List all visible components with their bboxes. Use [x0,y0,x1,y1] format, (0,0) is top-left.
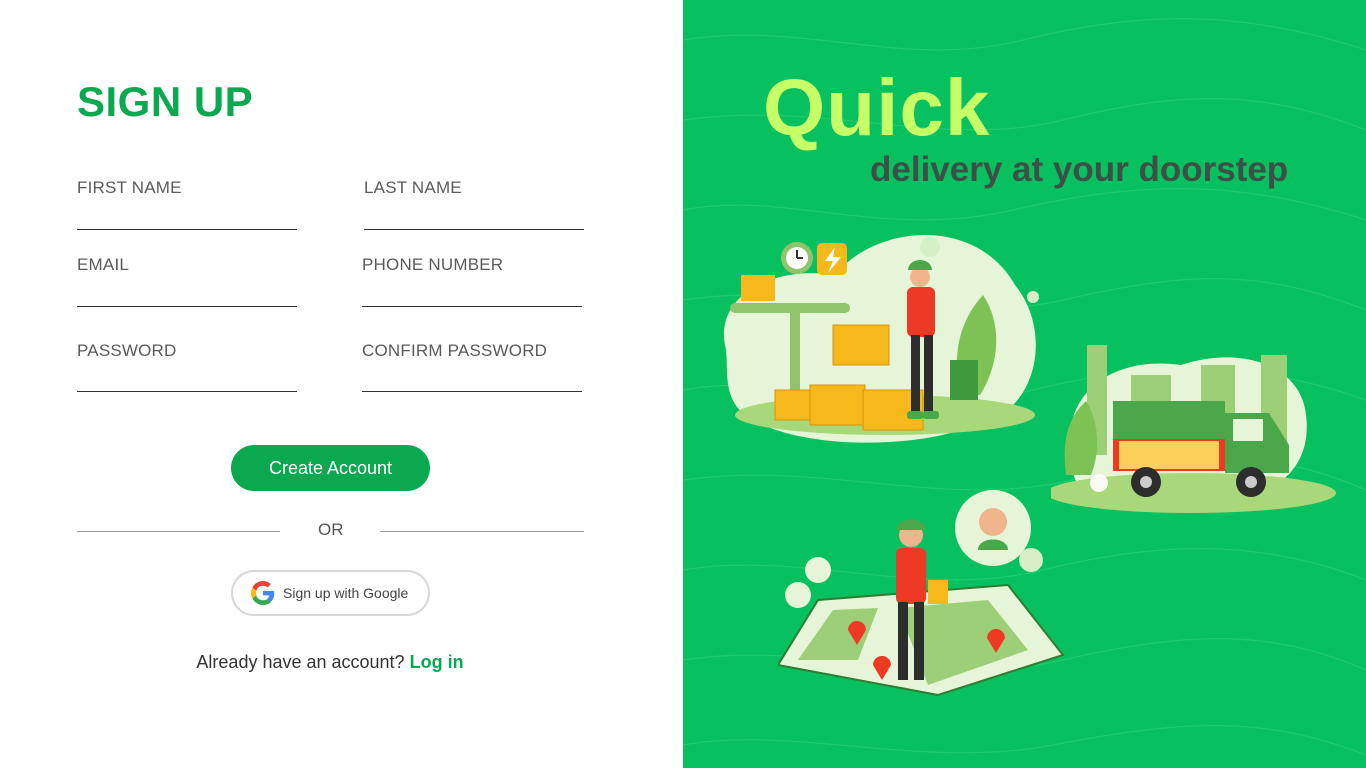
phone-label: PHONE NUMBER [362,255,504,274]
clock-icon [781,242,813,274]
confirm-password-label: CONFIRM PASSWORD [362,341,548,360]
last-name-underline [364,229,584,230]
password-label: PASSWORD [77,341,177,360]
warehouse-illustration [723,235,1039,443]
delivery-truck-illustration [1051,345,1336,513]
google-icon [251,581,275,605]
confirm-password-field[interactable]: CONFIRM PASSWORD [362,341,582,392]
phone-input[interactable] [362,279,582,305]
first-name-underline [77,229,297,230]
login-prompt-text: Already have an account? [196,652,405,672]
confirm-password-underline [362,391,582,392]
email-field[interactable]: EMAIL [77,255,297,307]
first-name-field[interactable]: FIRST NAME [77,178,297,230]
map-delivery-illustration [778,490,1065,697]
create-account-button[interactable]: Create Account [231,445,430,491]
password-underline [77,391,297,392]
last-name-field[interactable]: LAST NAME [364,178,584,230]
divider-or-text: OR [318,520,344,539]
divider-right [380,531,584,532]
login-link[interactable]: Log in [410,652,464,672]
divider-left [77,531,280,532]
last-name-label: LAST NAME [364,178,462,197]
last-name-input[interactable] [364,202,584,228]
lightning-icon [817,243,847,275]
first-name-input[interactable] [77,202,297,228]
first-name-label: FIRST NAME [77,178,182,197]
google-button-label: Sign up with Google [283,585,409,601]
login-prompt-row: Already have an account? Log in [0,652,660,673]
phone-field[interactable]: PHONE NUMBER [362,255,582,307]
hero-panel: Quick delivery at your doorstep [683,0,1366,768]
page-title: SIGN UP [77,78,254,125]
hero-headline: Quick [763,63,991,152]
password-input[interactable] [77,365,297,391]
phone-underline [362,306,582,307]
google-signup-button[interactable]: Sign up with Google [231,570,430,616]
hero-tagline: delivery at your doorstep [870,150,1289,189]
email-label: EMAIL [77,255,130,274]
email-input[interactable] [77,279,297,305]
signup-panel: SIGN UP FIRST NAME LAST NAME EMAIL PHONE… [0,0,683,768]
confirm-password-input[interactable] [362,365,582,391]
password-field[interactable]: PASSWORD [77,341,297,392]
email-underline [77,306,297,307]
